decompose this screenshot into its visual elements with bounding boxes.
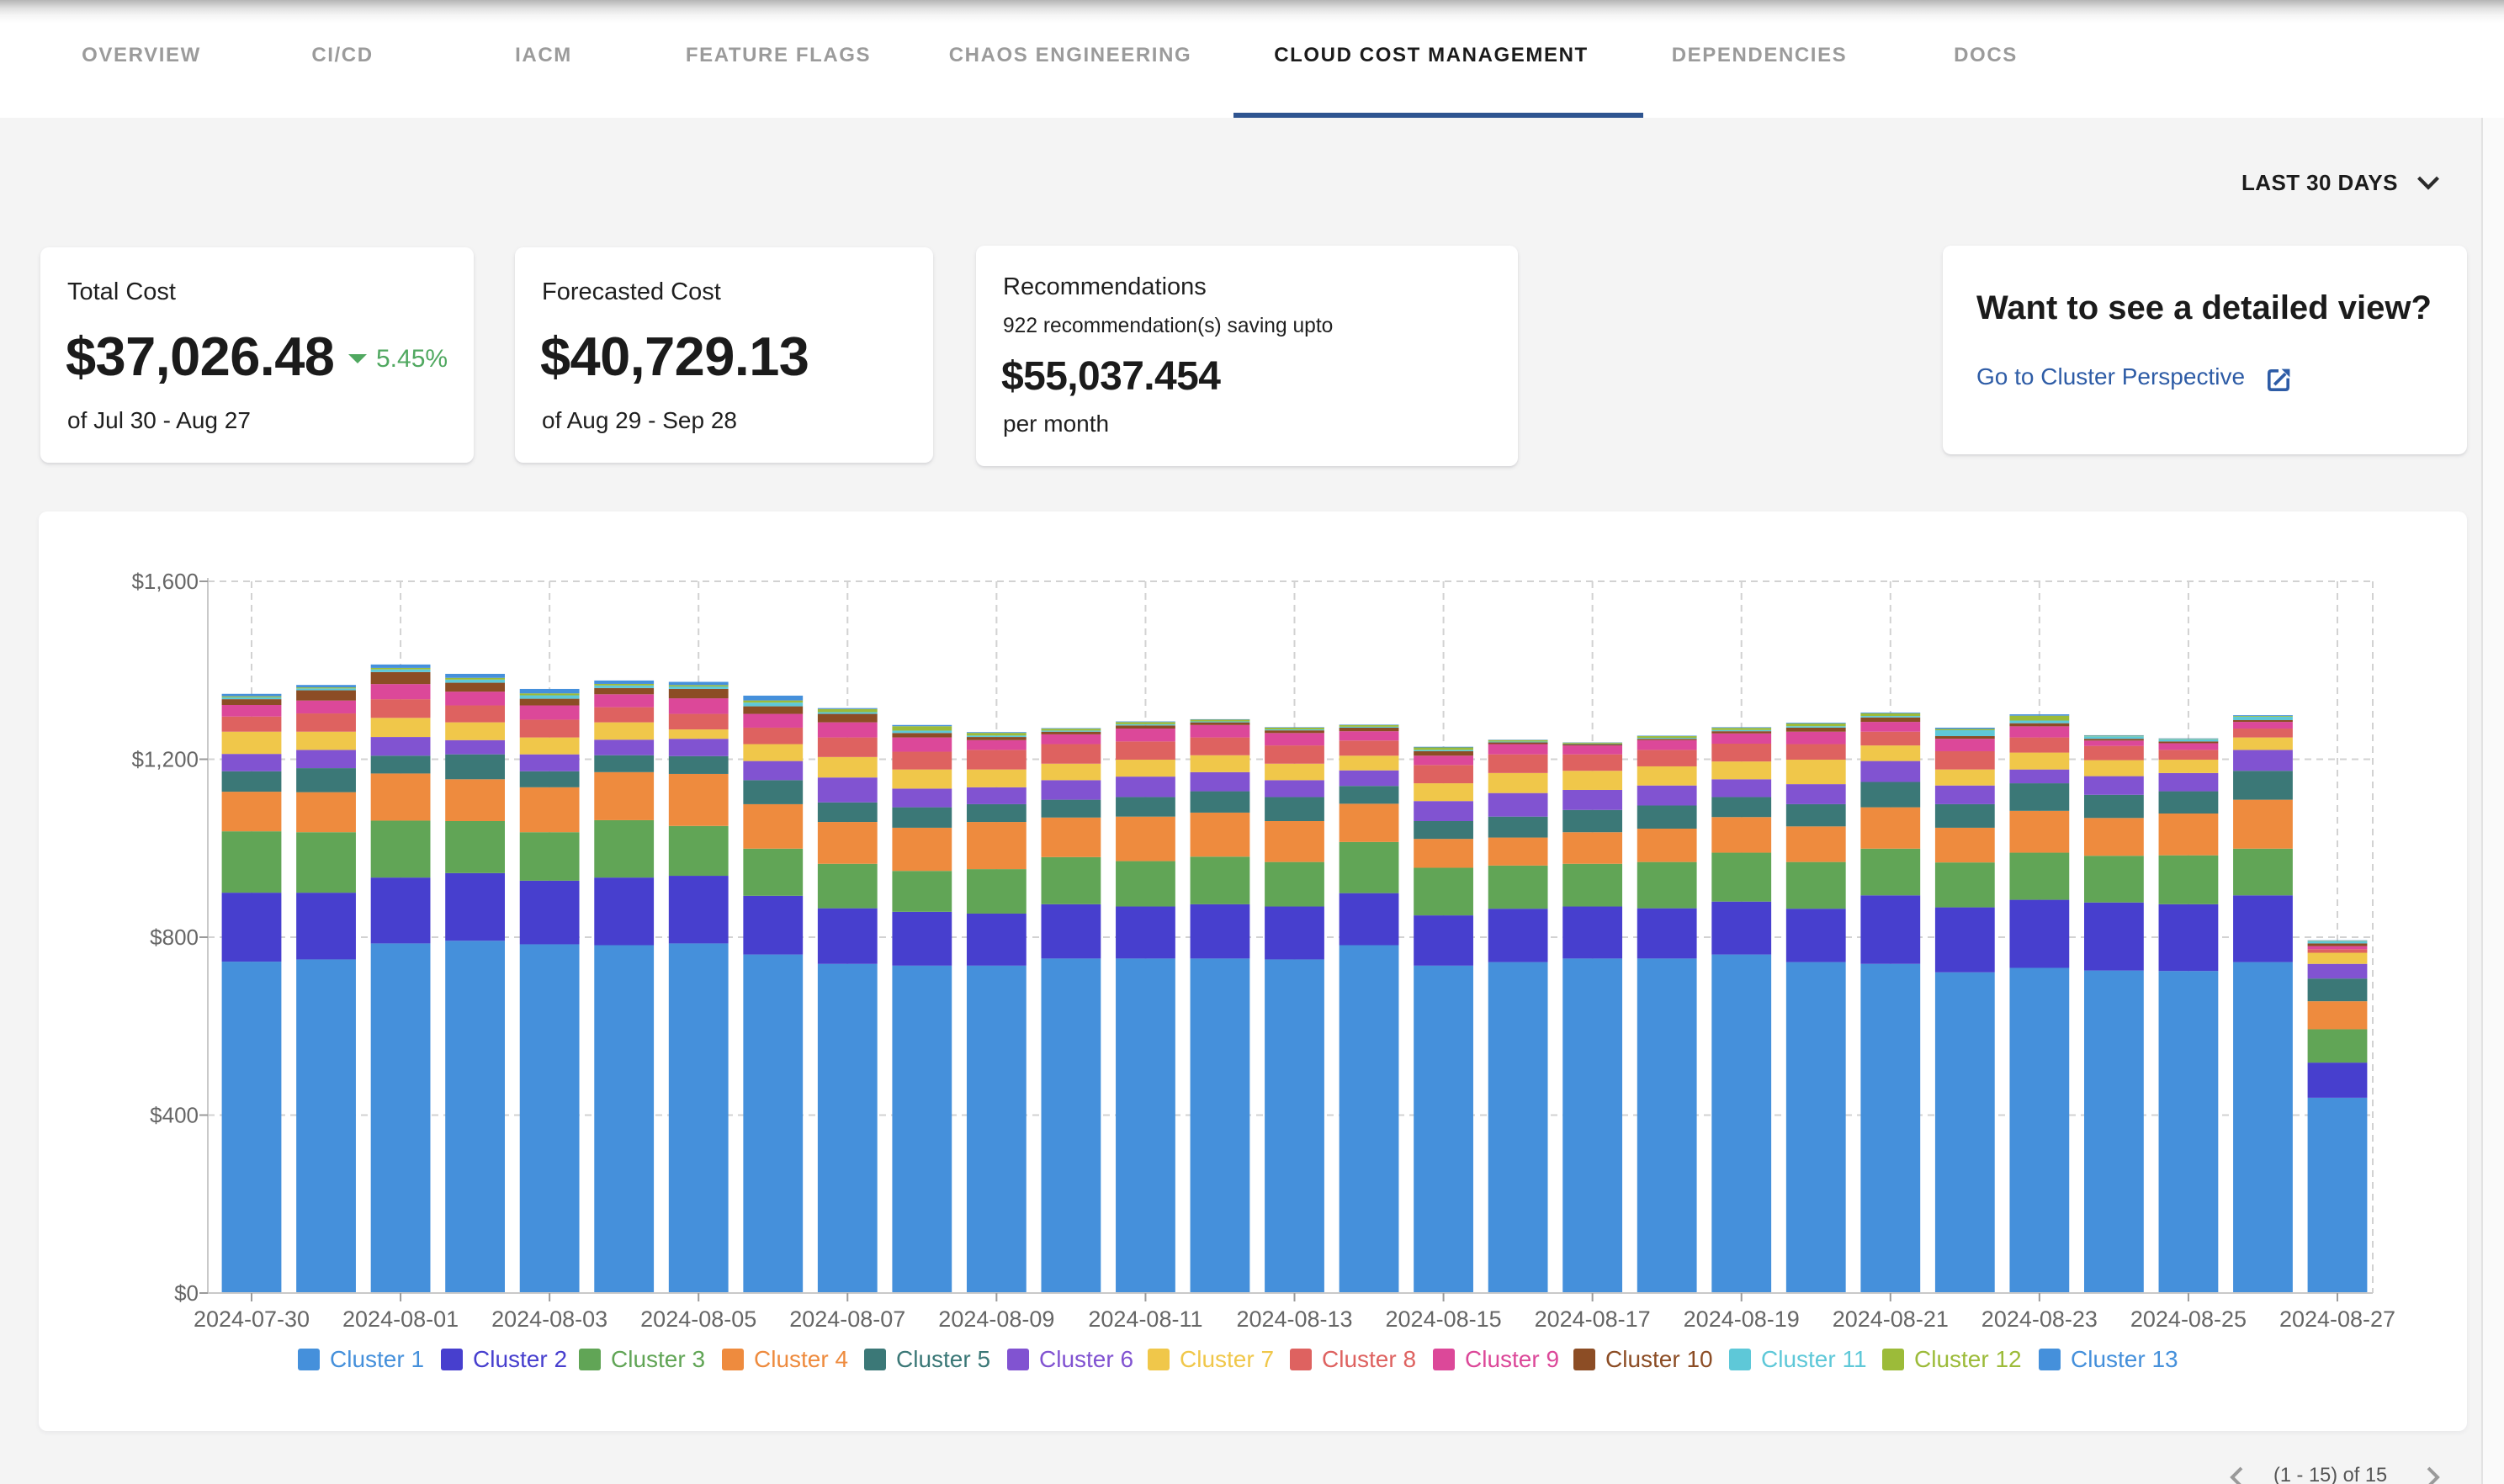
svg-text:2024-08-13: 2024-08-13 (1236, 1306, 1352, 1332)
svg-text:Cluster 5: Cluster 5 (896, 1346, 990, 1372)
svg-text:2024-08-05: 2024-08-05 (640, 1306, 756, 1332)
svg-text:Cluster 7: Cluster 7 (1180, 1346, 1274, 1372)
svg-text:Cluster 8: Cluster 8 (1322, 1346, 1416, 1372)
svg-text:2024-07-30: 2024-07-30 (194, 1306, 310, 1332)
svg-text:$400: $400 (150, 1103, 199, 1128)
svg-text:2024-08-25: 2024-08-25 (2130, 1306, 2247, 1332)
svg-text:$1,200: $1,200 (131, 747, 199, 772)
svg-text:Cluster 12: Cluster 12 (1914, 1346, 2022, 1372)
svg-text:2024-08-17: 2024-08-17 (1535, 1306, 1651, 1332)
svg-text:Cluster 9: Cluster 9 (1465, 1346, 1559, 1372)
svg-text:2024-08-23: 2024-08-23 (1981, 1306, 2098, 1332)
svg-text:Cluster 10: Cluster 10 (1605, 1346, 1713, 1372)
svg-text:2024-08-15: 2024-08-15 (1386, 1306, 1502, 1332)
svg-text:2024-08-21: 2024-08-21 (1833, 1306, 1949, 1332)
svg-text:2024-08-27: 2024-08-27 (2279, 1306, 2395, 1332)
svg-text:Cluster 1: Cluster 1 (330, 1346, 424, 1372)
svg-text:2024-08-03: 2024-08-03 (491, 1306, 607, 1332)
svg-text:$0: $0 (174, 1280, 199, 1306)
svg-text:Cluster 13: Cluster 13 (2071, 1346, 2178, 1372)
svg-text:$1,600: $1,600 (131, 569, 199, 594)
svg-text:2024-08-19: 2024-08-19 (1684, 1306, 1800, 1332)
svg-text:Cluster 11: Cluster 11 (1761, 1346, 1867, 1372)
svg-text:Cluster 6: Cluster 6 (1039, 1346, 1133, 1372)
svg-text:$800: $800 (150, 925, 199, 950)
svg-text:Cluster 4: Cluster 4 (754, 1346, 848, 1372)
svg-text:2024-08-07: 2024-08-07 (789, 1306, 905, 1332)
svg-text:2024-08-11: 2024-08-11 (1088, 1306, 1202, 1332)
svg-text:2024-08-01: 2024-08-01 (342, 1306, 459, 1332)
svg-text:Cluster 2: Cluster 2 (473, 1346, 567, 1372)
svg-text:Cluster 3: Cluster 3 (611, 1346, 705, 1372)
svg-text:2024-08-09: 2024-08-09 (938, 1306, 1054, 1332)
